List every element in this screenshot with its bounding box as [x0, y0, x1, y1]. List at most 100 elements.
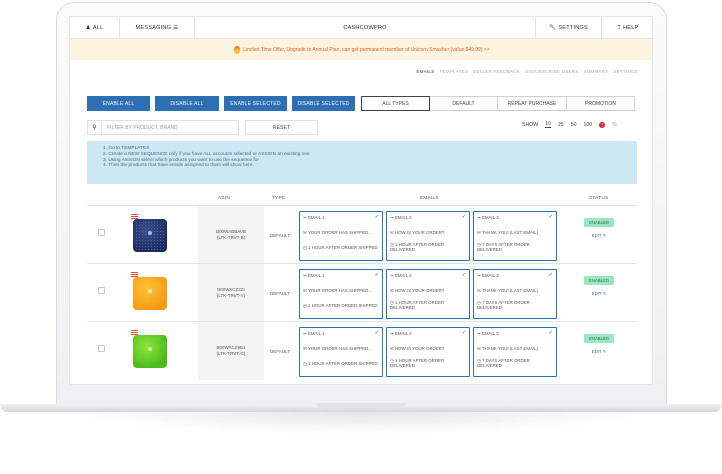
- envelope-icon: ✉: [303, 346, 307, 352]
- page-size-100[interactable]: 100: [583, 122, 592, 128]
- tab-templates[interactable]: TEMPLATES: [439, 69, 468, 74]
- asin-cell: B00WACZ2ZI (LTK-TRVT-Y): [198, 264, 264, 322]
- row-checkbox[interactable]: [98, 287, 105, 294]
- envelope-icon: ✉: [303, 288, 307, 294]
- envelope-icon: ✉: [390, 346, 394, 352]
- tab-summary[interactable]: SUMMARY: [584, 69, 609, 74]
- arrow-icon: ➞: [477, 273, 481, 278]
- promo-banner[interactable]: Limited Time Offer, Upgrade to Annual Pl…: [70, 39, 652, 60]
- help-icon: ❔︎: [617, 24, 622, 31]
- email-card[interactable]: ➞ EMAIL 2 ✓ ✉ HOW IS YOUR ORDER? ◷ 1 HOUR…: [386, 269, 470, 319]
- arrow-icon: ➞: [477, 215, 481, 220]
- page-size-25[interactable]: 25: [558, 122, 564, 128]
- row-checkbox[interactable]: [98, 345, 105, 352]
- row-checkbox[interactable]: [98, 229, 105, 236]
- check-icon: ✓: [548, 214, 553, 220]
- arrow-icon: ➞: [303, 215, 307, 220]
- tab-settings[interactable]: SETTINGS: [613, 69, 638, 74]
- status-cell: ENABLED EDIT ✎: [579, 276, 619, 297]
- nav-messaging[interactable]: MESSAGING ☰: [120, 17, 195, 39]
- disable-all-button[interactable]: DISABLE ALL: [155, 96, 219, 111]
- check-icon: ✓: [548, 272, 553, 278]
- question-icon[interactable]: ?: [599, 121, 606, 128]
- sub-tabs: EMAILS TEMPLATES SELLER FEEDBACK UNSUBSC…: [416, 69, 638, 74]
- tab-seller-feedback[interactable]: SELLER FEEDBACK: [473, 69, 520, 74]
- email-card[interactable]: ➞ EMAIL 1 ✓ ✉ YOUR ORDER HAS SHIPPED... ◷…: [299, 211, 383, 261]
- arrow-icon: ➞: [477, 331, 481, 336]
- disable-selected-button[interactable]: DISABLE SELECTED: [292, 96, 355, 111]
- clock-icon: ◷: [390, 299, 394, 305]
- app-screen: ♟ ALL MESSAGING ☰ CASHCOWPRO 🔧︎ SETTINGS…: [69, 16, 653, 385]
- type-repeat-purchase[interactable]: REPEAT PURCHASE: [497, 96, 567, 111]
- clock-icon: ◷: [477, 357, 481, 363]
- envelope-icon: ✉: [303, 230, 307, 236]
- type-promotion[interactable]: PROMOTION: [566, 96, 635, 111]
- search-input[interactable]: ⚲ FILTER BY PRODUCT, BRAND: [87, 120, 239, 135]
- email-card[interactable]: ➞ EMAIL 1 ✓ ✉ YOUR ORDER HAS SHIPPED... ◷…: [299, 269, 383, 319]
- status-badge[interactable]: ENABLED: [583, 276, 615, 285]
- email-card[interactable]: ➞ EMAIL 2 ✓ ✉ HOW IS YOUR ORDER? ◷ 1 HOUR…: [386, 327, 470, 377]
- percent-toggle[interactable]: %: [612, 122, 616, 128]
- wrench-icon: 🔧︎: [549, 25, 557, 31]
- email-card[interactable]: ➞ EMAIL 3 ✓ ✉ THANK YOU! (LAST EMAIL) ◷ 7…: [473, 211, 557, 261]
- product-image: [131, 330, 173, 372]
- clock-icon: ◷: [303, 360, 307, 366]
- asin-cell: B00WACZ9B1 (LTK-TRVT-G): [198, 322, 264, 380]
- check-icon: ✓: [461, 272, 466, 278]
- table-row: B00WACZ2ZI (LTK-TRVT-Y) DEFAULT ➞ EMAIL …: [87, 263, 637, 322]
- enable-all-button[interactable]: ENABLE ALL: [87, 96, 150, 111]
- reset-button[interactable]: RESET: [245, 120, 318, 135]
- email-card[interactable]: ➞ EMAIL 2 ✓ ✉ HOW IS YOUR ORDER? ◷ 1 HOUR…: [386, 211, 470, 261]
- status-badge[interactable]: ENABLED: [583, 334, 615, 343]
- flame-icon: [234, 45, 241, 54]
- type-cell: DEFAULT: [270, 349, 290, 354]
- clock-icon: ◷: [303, 302, 307, 308]
- email-card[interactable]: ➞ EMAIL 3 ✓ ✉ THANK YOU! (LAST EMAIL) ◷ 7…: [473, 327, 557, 377]
- status-cell: ENABLED EDIT ✎: [579, 334, 619, 355]
- arrow-icon: ➞: [390, 215, 394, 220]
- laptop-shadow: [70, 412, 652, 434]
- arrow-icon: ➞: [390, 331, 394, 336]
- nav-help[interactable]: ❔︎ HELP: [602, 17, 652, 39]
- bulk-actions: ENABLE ALL DISABLE ALL ENABLE SELECTED D…: [87, 96, 355, 111]
- page-size-50[interactable]: 50: [571, 122, 577, 128]
- edit-link[interactable]: EDIT ✎: [579, 233, 619, 239]
- nav-settings[interactable]: 🔧︎ SETTINGS: [536, 17, 602, 39]
- table-row: B00WACZ9B1 (LTK-TRVT-G) DEFAULT ➞ EMAIL …: [87, 321, 637, 380]
- check-icon: ✓: [461, 330, 466, 336]
- type-cell: DEFAULT: [270, 233, 290, 238]
- arrow-icon: ➞: [390, 273, 394, 278]
- nav-all[interactable]: ♟ ALL: [70, 17, 120, 39]
- user-icon: ♟: [85, 25, 91, 31]
- email-card[interactable]: ➞ EMAIL 1 ✓ ✉ YOUR ORDER HAS SHIPPED... ◷…: [299, 327, 383, 377]
- enable-selected-button[interactable]: ENABLE SELECTED: [224, 96, 287, 111]
- tab-unsubscribe-users[interactable]: UNSUBSCRIBE USERS: [525, 69, 579, 74]
- laptop-notch: [316, 403, 406, 407]
- edit-icon: ✎: [602, 233, 607, 238]
- table-row: B00WABBAVB (LTK-TRVT-B) DEFAULT ➞ EMAIL …: [87, 205, 637, 264]
- search-icon: ⚲: [88, 121, 102, 134]
- type-all[interactable]: ALL TYPES: [361, 96, 430, 111]
- edit-icon: ✎: [602, 291, 607, 296]
- page-size: SHOW 10 25 50 100 ? %: [522, 121, 617, 128]
- check-icon: ✓: [374, 214, 379, 220]
- product-image: [131, 272, 173, 314]
- brand-title[interactable]: CASHCOWPRO: [195, 17, 536, 39]
- edit-link[interactable]: EDIT ✎: [579, 291, 619, 297]
- email-card[interactable]: ➞ EMAIL 3 ✓ ✉ THANK YOU! (LAST EMAIL) ◷ 7…: [473, 269, 557, 319]
- type-cell: DEFAULT: [270, 291, 290, 296]
- type-default[interactable]: DEFAULT: [429, 96, 498, 111]
- status-badge[interactable]: ENABLED: [583, 218, 615, 227]
- edit-link[interactable]: EDIT ✎: [579, 349, 619, 355]
- asin-cell: B00WABBAVB (LTK-TRVT-B): [198, 206, 264, 264]
- envelope-icon: ✉: [477, 346, 481, 352]
- arrow-icon: ➞: [303, 273, 307, 278]
- envelope-icon: ✉: [477, 288, 481, 294]
- envelope-icon: ✉: [477, 230, 481, 236]
- tab-emails[interactable]: EMAILS: [416, 69, 434, 74]
- check-icon: ✓: [374, 272, 379, 278]
- product-image: [131, 214, 173, 256]
- status-cell: ENABLED EDIT ✎: [579, 218, 619, 239]
- envelope-icon: ✉: [390, 288, 394, 294]
- page-size-10[interactable]: 10: [545, 121, 551, 128]
